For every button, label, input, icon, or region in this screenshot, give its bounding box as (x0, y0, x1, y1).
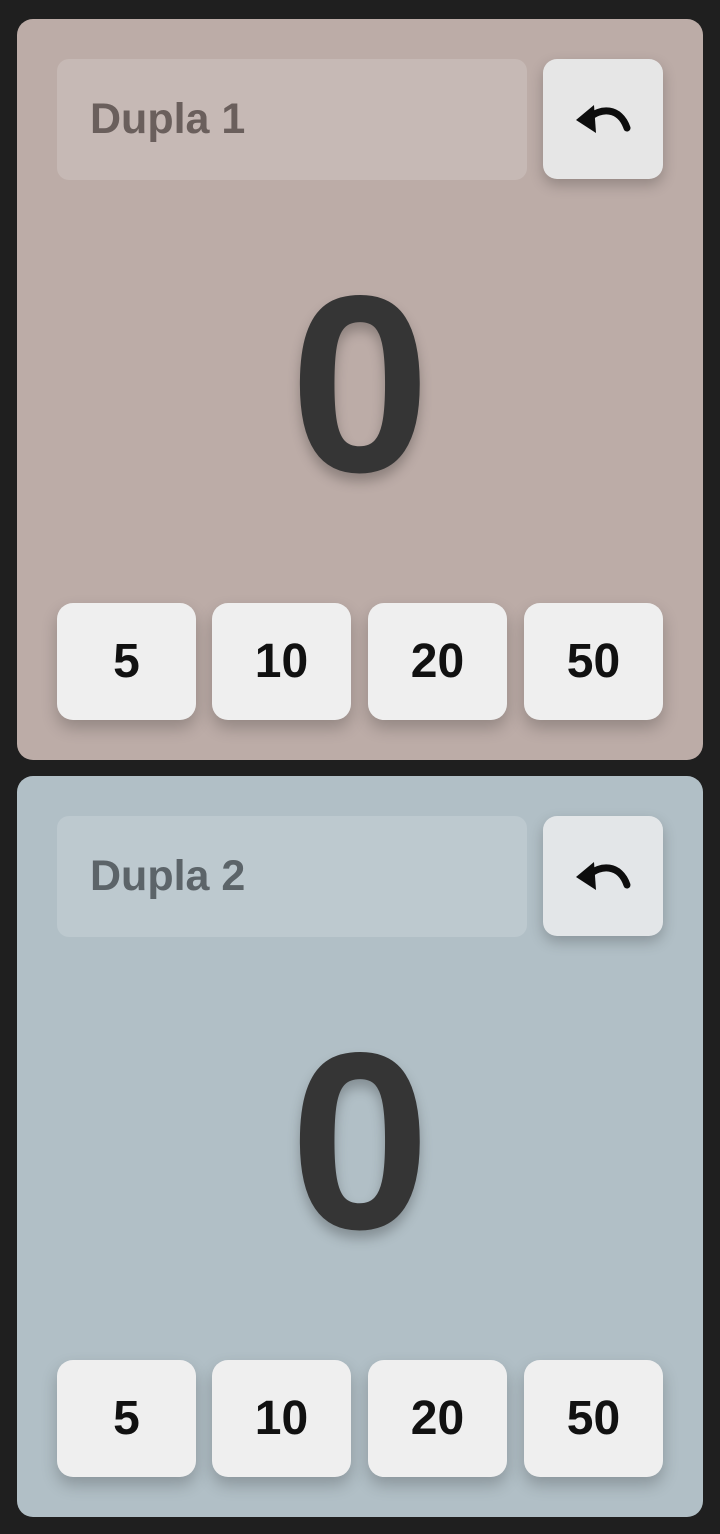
team-2-add-5-button[interactable]: 5 (57, 1360, 196, 1477)
team-1-point-buttons: 5 10 20 50 (57, 603, 663, 720)
team-2-add-50-button[interactable]: 50 (524, 1360, 663, 1477)
team-1-add-10-button[interactable]: 10 (212, 603, 351, 720)
team-1-score: 0 (289, 244, 431, 525)
team-2-score: 0 (289, 1001, 431, 1282)
team-1-add-5-button[interactable]: 5 (57, 603, 196, 720)
team-2-panel: 0 5 10 20 50 (17, 776, 703, 1517)
team-2-point-buttons: 5 10 20 50 (57, 1360, 663, 1477)
team-1-panel: 0 5 10 20 50 (17, 19, 703, 760)
team-2-name-input[interactable] (57, 816, 527, 937)
team-2-undo-button[interactable] (543, 816, 663, 936)
team-2-add-10-button[interactable]: 10 (212, 1360, 351, 1477)
team-2-add-20-button[interactable]: 20 (368, 1360, 507, 1477)
team-1-add-50-button[interactable]: 50 (524, 603, 663, 720)
team-1-add-20-button[interactable]: 20 (368, 603, 507, 720)
team-1-undo-button[interactable] (543, 59, 663, 179)
undo-icon (576, 105, 631, 133)
undo-icon (576, 862, 631, 890)
team-1-name-input[interactable] (57, 59, 527, 180)
